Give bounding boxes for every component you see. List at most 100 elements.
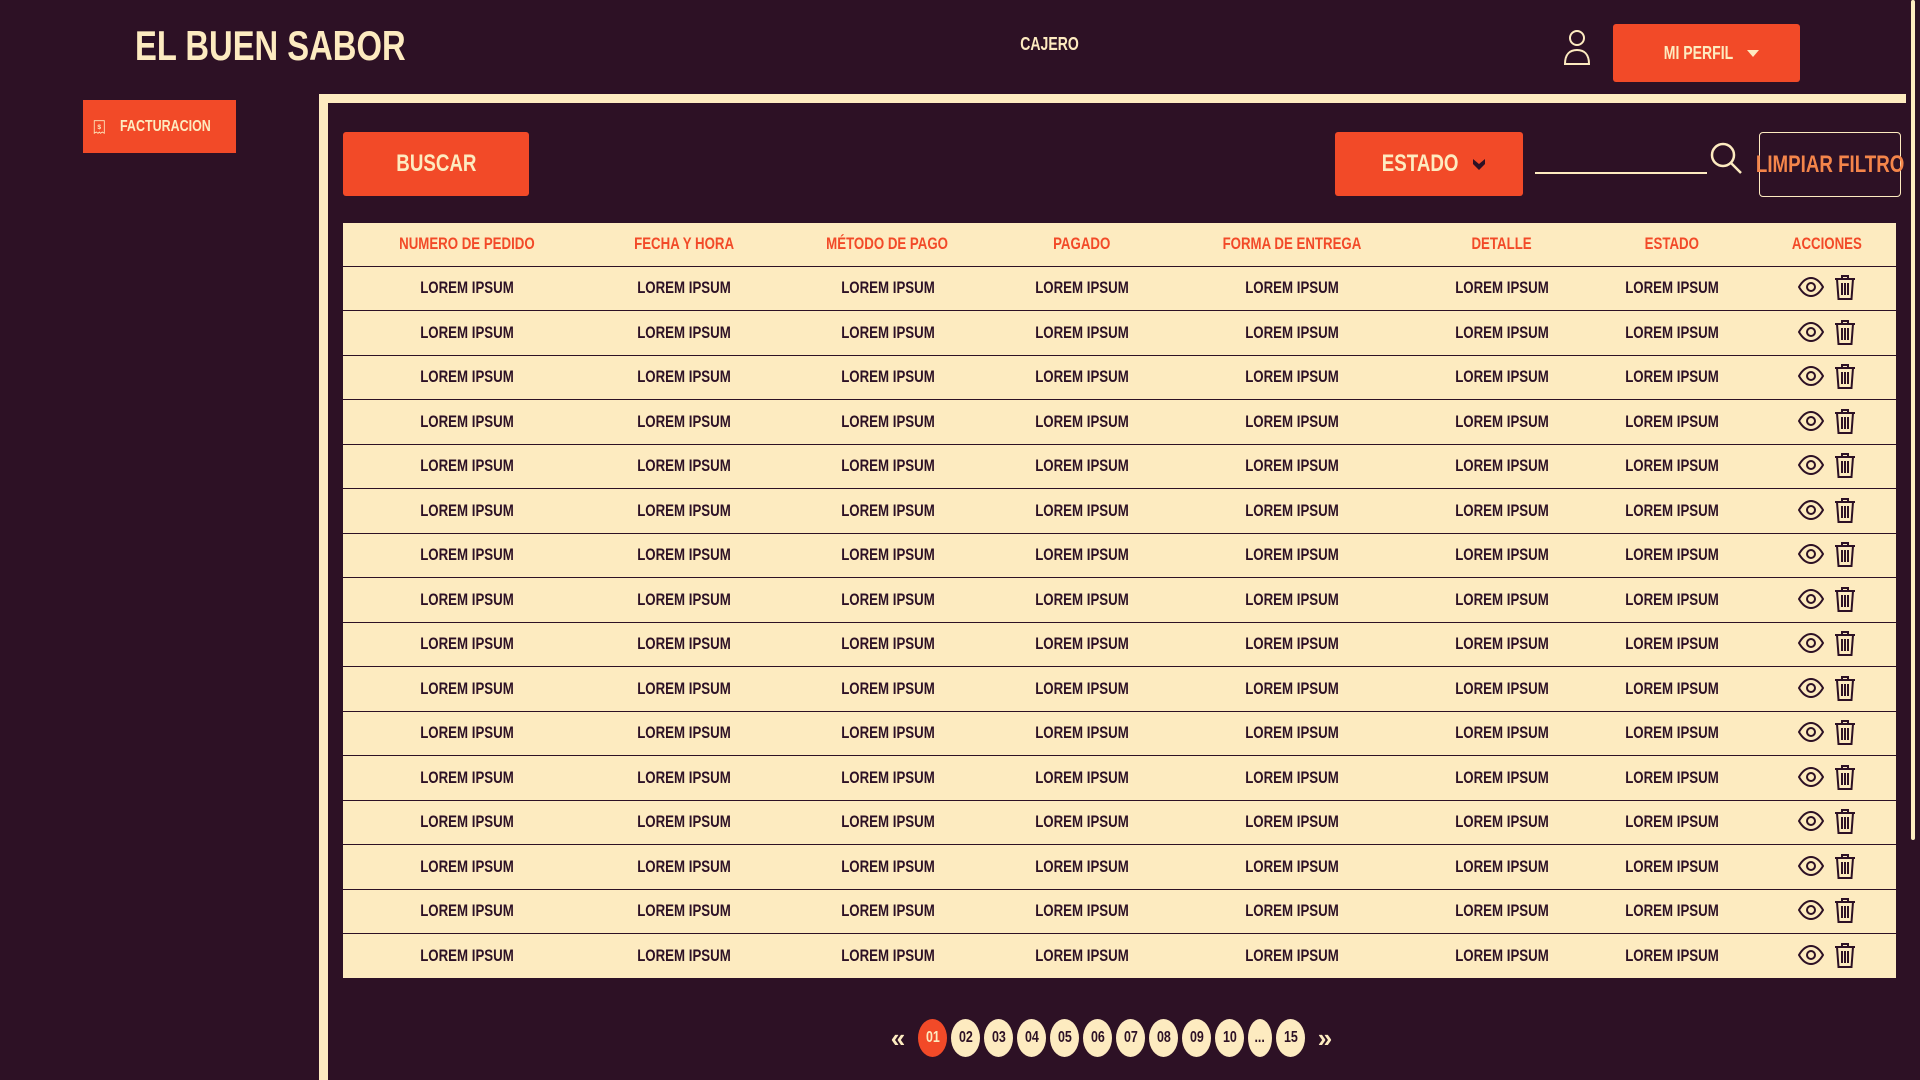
sidebar-item-facturacion[interactable]: $ FACTURACION (83, 100, 236, 153)
eye-icon[interactable] (1797, 677, 1824, 698)
search-icon[interactable] (1709, 141, 1743, 175)
table-cell: LOREM IPSUM (1587, 310, 1757, 356)
eye-icon[interactable] (1797, 455, 1824, 476)
table-row[interactable]: LOREM IPSUM LOREM IPSUM LOREM IPSUM LOREM I… (343, 889, 1896, 934)
eye-icon[interactable] (1797, 366, 1824, 387)
eye-icon[interactable] (1797, 277, 1824, 298)
table-cell: LOREM IPSUM (590, 444, 778, 489)
buscar-label: BUSCAR (395, 150, 477, 177)
table-cell: LOREM IPSUM (590, 844, 778, 890)
table-row[interactable]: LOREM IPSUM LOREM IPSUM LOREM IPSUM LOREM I… (343, 577, 1896, 623)
table-cell: LOREM IPSUM (590, 755, 778, 801)
table-cell: LOREM IPSUM (1167, 355, 1417, 400)
eye-icon[interactable] (1797, 722, 1824, 743)
table-cell-text: LOREM IPSUM (419, 723, 514, 743)
pagination-page[interactable]: 09 (1182, 1019, 1211, 1057)
eye-icon[interactable] (1797, 900, 1824, 921)
table-cell: LOREM IPSUM (343, 755, 590, 801)
pagination-page[interactable]: 07 (1116, 1019, 1145, 1057)
trash-icon[interactable] (1834, 319, 1856, 345)
scrollbar-thumb[interactable] (1911, 0, 1915, 840)
table-row[interactable]: LOREM IPSUM LOREM IPSUM LOREM IPSUM LOREM I… (343, 310, 1896, 356)
table-cell: LOREM IPSUM (343, 577, 590, 623)
table-cell: LOREM IPSUM (590, 577, 778, 623)
app-logo[interactable]: EL BUEN SABOR (135, 22, 482, 70)
table-cell: LOREM IPSUM (1417, 666, 1587, 712)
trash-icon[interactable] (1834, 808, 1856, 835)
table-row[interactable]: LOREM IPSUM LOREM IPSUM LOREM IPSUM LOREM I… (343, 266, 1896, 311)
table-row[interactable]: LOREM IPSUM LOREM IPSUM LOREM IPSUM LOREM I… (343, 355, 1896, 400)
table-row[interactable]: LOREM IPSUM LOREM IPSUM LOREM IPSUM LOREM I… (343, 399, 1896, 445)
trash-icon[interactable] (1834, 541, 1856, 568)
table-row[interactable]: LOREM IPSUM LOREM IPSUM LOREM IPSUM LOREM I… (343, 755, 1896, 801)
table-cell-text: LOREM IPSUM (840, 322, 935, 342)
table-cell-text: LOREM IPSUM (1035, 456, 1129, 476)
trash-icon[interactable] (1834, 942, 1856, 968)
table-cell-text: LOREM IPSUM (637, 767, 731, 787)
trash-icon[interactable] (1834, 719, 1856, 746)
table-row[interactable]: LOREM IPSUM LOREM IPSUM LOREM IPSUM LOREM I… (343, 444, 1896, 489)
table-cell-text: LOREM IPSUM (840, 278, 935, 298)
table-row[interactable]: LOREM IPSUM LOREM IPSUM LOREM IPSUM LOREM I… (343, 488, 1896, 534)
table-cell: LOREM IPSUM (1417, 934, 1587, 979)
limpiar-filtro-button[interactable]: LIMPIAR FILTRO (1756, 132, 1904, 197)
table-row[interactable]: LOREM IPSUM LOREM IPSUM LOREM IPSUM LOREM I… (343, 711, 1896, 756)
table-cell: LOREM IPSUM (778, 711, 997, 756)
trash-icon[interactable] (1834, 586, 1856, 612)
trash-icon[interactable] (1834, 630, 1856, 657)
trash-icon[interactable] (1834, 452, 1856, 479)
trash-icon[interactable] (1834, 363, 1856, 390)
pagination-page[interactable]: 08 (1149, 1019, 1178, 1057)
pagination-page[interactable]: 03 (984, 1019, 1013, 1057)
table-cell-text: LOREM IPSUM (1455, 367, 1549, 387)
profile-dropdown-button[interactable]: MI PERFIL (1613, 24, 1800, 82)
table-row[interactable]: LOREM IPSUM LOREM IPSUM LOREM IPSUM LOREM I… (343, 934, 1896, 979)
eye-icon[interactable] (1797, 588, 1824, 609)
eye-icon[interactable] (1797, 410, 1824, 431)
user-icon[interactable] (1562, 28, 1592, 66)
trash-icon[interactable] (1834, 897, 1856, 924)
pagination-page[interactable]: 10 (1215, 1019, 1244, 1057)
table-cell-text: LOREM IPSUM (1035, 500, 1129, 520)
pagination-page[interactable]: 05 (1050, 1019, 1079, 1057)
pagination-page[interactable]: 04 (1017, 1019, 1046, 1057)
eye-icon[interactable] (1797, 633, 1824, 654)
pagination-page[interactable]: 02 (951, 1019, 980, 1057)
trash-icon[interactable] (1834, 408, 1856, 434)
search-input[interactable] (1535, 138, 1707, 172)
trash-icon[interactable] (1834, 497, 1856, 523)
nav-item-cajero[interactable]: CAJERO (1000, 34, 1100, 55)
row-actions (1757, 310, 1896, 356)
pagination-page[interactable]: 01 (918, 1019, 947, 1057)
table-row[interactable]: LOREM IPSUM LOREM IPSUM LOREM IPSUM LOREM I… (343, 844, 1896, 890)
pagination-page[interactable]: 06 (1083, 1019, 1112, 1057)
eye-icon[interactable] (1797, 855, 1824, 876)
table-cell: LOREM IPSUM (778, 755, 997, 801)
estado-dropdown-button[interactable]: ESTADO (1335, 132, 1523, 196)
pagination-page[interactable]: ... (1248, 1019, 1272, 1057)
table-row[interactable]: LOREM IPSUM LOREM IPSUM LOREM IPSUM LOREM I… (343, 800, 1896, 845)
table-cell-text: LOREM IPSUM (1455, 456, 1549, 476)
table-cell-text: LOREM IPSUM (1625, 946, 1719, 965)
table-cell-text: LOREM IPSUM (1245, 589, 1339, 609)
pagination-prev[interactable]: « (880, 1023, 916, 1054)
trash-icon[interactable] (1834, 764, 1856, 790)
eye-icon[interactable] (1797, 499, 1824, 520)
table-row[interactable]: LOREM IPSUM LOREM IPSUM LOREM IPSUM LOREM I… (343, 533, 1896, 578)
table-cell-text: LOREM IPSUM (1245, 901, 1339, 921)
table-row[interactable]: LOREM IPSUM LOREM IPSUM LOREM IPSUM LOREM I… (343, 666, 1896, 712)
pagination-next[interactable]: » (1307, 1023, 1343, 1054)
trash-icon[interactable] (1834, 853, 1856, 879)
eye-icon[interactable] (1797, 811, 1824, 832)
eye-icon[interactable] (1797, 766, 1824, 787)
trash-icon[interactable] (1834, 675, 1856, 701)
table-row[interactable]: LOREM IPSUM LOREM IPSUM LOREM IPSUM LOREM I… (343, 622, 1896, 667)
eye-icon[interactable] (1797, 945, 1824, 965)
buscar-button[interactable]: BUSCAR (343, 132, 529, 196)
trash-icon[interactable] (1834, 274, 1856, 301)
pagination-page[interactable]: 15 (1276, 1019, 1305, 1057)
row-actions (1757, 577, 1896, 623)
eye-icon[interactable] (1797, 544, 1824, 565)
pagination-page-label: ... (1254, 1029, 1266, 1046)
eye-icon[interactable] (1797, 321, 1824, 342)
